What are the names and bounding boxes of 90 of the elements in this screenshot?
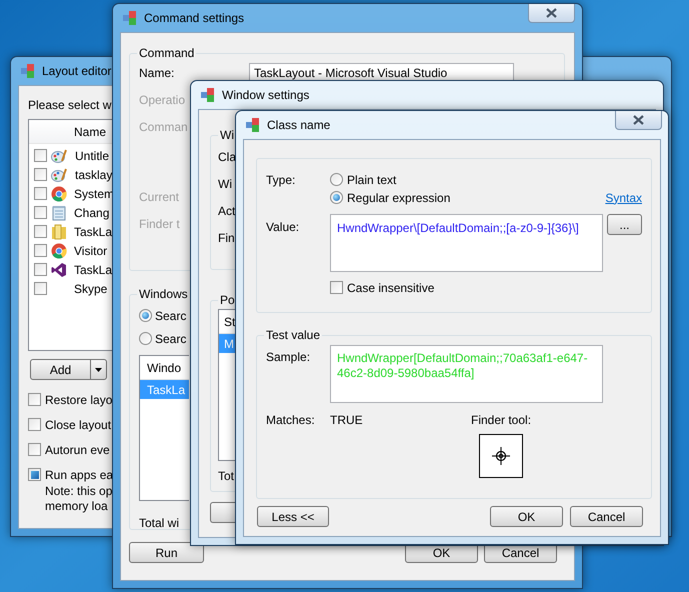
field-label: Operatio (139, 94, 186, 106)
value-field[interactable]: HwndWrapper\[DefaultDomain;;[a-z0-9-]{36}\] (330, 214, 603, 272)
total-label: Total wi (139, 517, 180, 529)
puzzle-icon (122, 10, 138, 26)
field-label: Current (139, 191, 180, 203)
option-label: Close layout (45, 418, 112, 430)
field-label: Comman (139, 121, 188, 133)
option-label: Restore layo (45, 394, 112, 406)
puzzle-icon (245, 117, 261, 133)
checkbox[interactable] (34, 206, 47, 219)
field-label: Finder tool: (471, 414, 532, 426)
loop-icon (51, 262, 67, 278)
position-list[interactable]: St M (218, 309, 235, 461)
option-label: Autorun eve (45, 444, 110, 456)
palette-icon (51, 166, 68, 182)
close-icon (633, 115, 644, 125)
field-label: Type: (266, 173, 296, 189)
field-label: Wi (218, 178, 232, 190)
checkbox[interactable] (34, 149, 47, 162)
checkbox[interactable] (28, 393, 41, 406)
checkbox[interactable] (330, 281, 343, 294)
window-name: Visitor (74, 244, 108, 256)
browser-icon (51, 242, 67, 258)
window-name: Chang (74, 206, 110, 218)
note-text: Note: this op (45, 485, 112, 497)
close-button[interactable] (528, 4, 575, 23)
run-button[interactable]: Run (129, 542, 204, 563)
folder-icon (51, 224, 67, 240)
field-label: Act (218, 205, 236, 217)
checkbox[interactable] (34, 263, 47, 276)
prompt-text: Please select w (28, 99, 112, 111)
puzzle-icon (20, 63, 36, 79)
checkbox[interactable] (34, 244, 47, 257)
total-label: Tot (218, 470, 234, 482)
field-label: Name: (139, 67, 176, 79)
field-label: Matches: (266, 414, 316, 429)
checkbox[interactable] (34, 225, 47, 238)
close-icon (546, 8, 557, 18)
group-label: Test value (264, 328, 322, 342)
checkbox[interactable] (34, 187, 47, 200)
note-text: memory loa (45, 500, 109, 512)
finder-tool[interactable] (479, 434, 523, 478)
window-list[interactable]: Windo TaskLa (139, 355, 189, 501)
browser-icon (51, 186, 67, 202)
checkbox[interactable] (34, 168, 47, 181)
syntax-link[interactable]: Syntax (605, 192, 642, 204)
group-label: Windows (137, 287, 190, 301)
group-label: Command (137, 46, 196, 60)
window-name: Untitle (75, 150, 110, 162)
radio-button[interactable] (139, 309, 152, 322)
checkbox[interactable] (28, 443, 41, 456)
window-title: Window settings (222, 89, 310, 101)
checkbox[interactable] (34, 282, 47, 295)
palette-icon (51, 148, 68, 164)
radio-button[interactable] (330, 191, 343, 204)
cancel-button[interactable]: Cancel (570, 506, 643, 527)
group-label: Wi (218, 128, 236, 142)
checkbox[interactable] (28, 468, 41, 481)
field-label: Value: (266, 219, 300, 236)
browse-button[interactable]: ... (607, 214, 642, 235)
radio-label: Searc (155, 310, 186, 322)
close-button[interactable] (615, 111, 662, 130)
radio-label: Regular expression (347, 192, 450, 204)
caret-icon (95, 368, 102, 372)
option-label: Case insensitive (347, 282, 434, 294)
field-label: Sample: (266, 349, 312, 366)
radio-label: Searc (155, 332, 186, 344)
radio-label: Plain text (347, 174, 396, 186)
field-label: Fin (218, 232, 235, 244)
crosshair-icon (491, 446, 511, 466)
checkbox[interactable] (28, 418, 41, 431)
puzzle-icon (200, 87, 216, 103)
less-button[interactable]: Less << (257, 506, 329, 527)
option-label: Run apps ea (45, 468, 114, 480)
radio-button[interactable] (139, 332, 152, 345)
window-name: TaskLa (74, 264, 112, 276)
field-label: Finder t (139, 218, 180, 230)
window-title: Class name (267, 119, 330, 131)
radio-button[interactable] (330, 173, 343, 186)
ok-button[interactable]: OK (490, 506, 563, 527)
dialog-button[interactable] (210, 502, 235, 523)
window-title: Layout editor (42, 65, 112, 77)
match-result: TRUE (330, 414, 364, 429)
add-button[interactable]: Add (30, 359, 107, 380)
notepad-icon (51, 204, 67, 220)
field-label: Cla (218, 151, 236, 163)
window-name: tasklay (75, 168, 112, 180)
window-name: Skype (74, 282, 108, 294)
window-title: Command settings (144, 12, 244, 24)
window-name: TaskLa (74, 226, 112, 238)
